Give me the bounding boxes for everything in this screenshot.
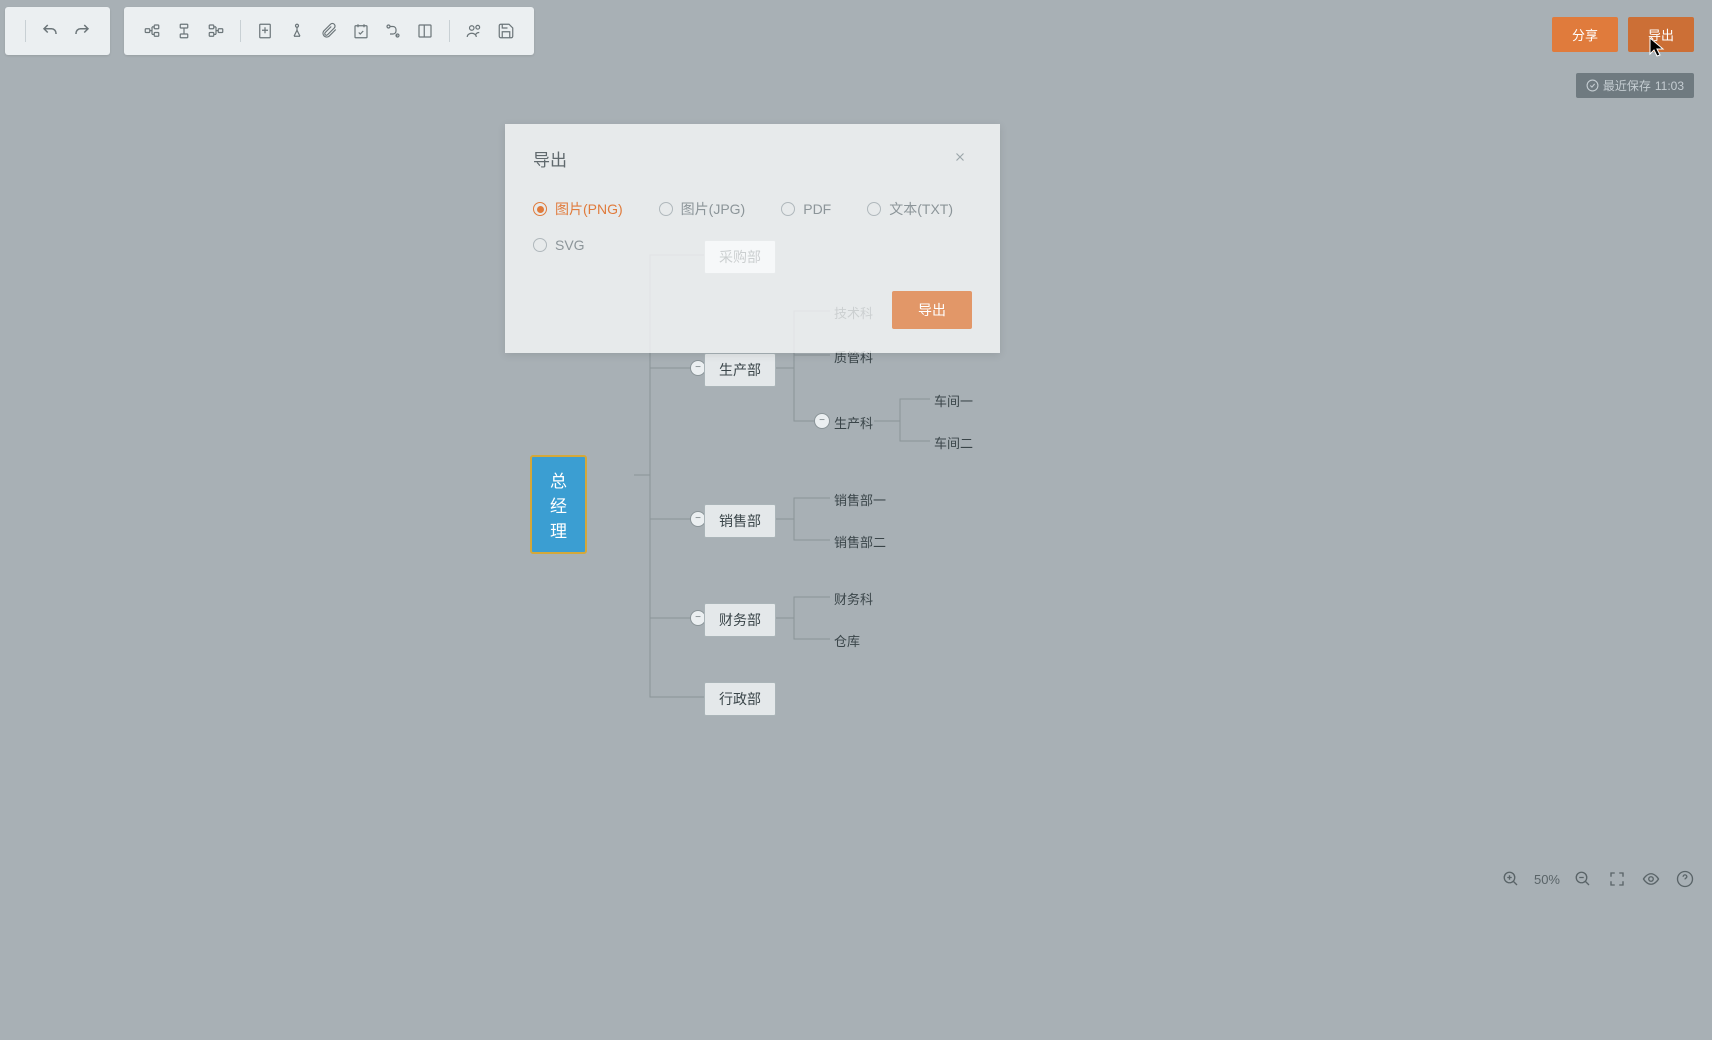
top-right-actions: 分享 导出 bbox=[1552, 17, 1694, 52]
redo-button[interactable] bbox=[66, 15, 98, 47]
radio-icon bbox=[659, 202, 673, 216]
radio-label: 文本(TXT) bbox=[889, 199, 953, 219]
radio-option-png[interactable]: 图片(PNG) bbox=[533, 199, 623, 219]
user-button[interactable] bbox=[458, 15, 490, 47]
mindmap-leaf[interactable]: 车间一 bbox=[934, 391, 973, 410]
bottom-right-controls: 50% bbox=[1500, 868, 1696, 890]
add-sibling-button[interactable] bbox=[168, 15, 200, 47]
mindmap-node[interactable]: 行政部 bbox=[704, 682, 776, 716]
mindmap-leaf[interactable]: 车间二 bbox=[934, 433, 973, 452]
history-group bbox=[5, 7, 110, 55]
check-circle-icon bbox=[1586, 79, 1599, 92]
radio-icon bbox=[781, 202, 795, 216]
modal-export-button[interactable]: 导出 bbox=[892, 291, 972, 329]
share-button[interactable]: 分享 bbox=[1552, 17, 1618, 52]
add-child-button[interactable] bbox=[136, 15, 168, 47]
collapse-button[interactable]: − bbox=[814, 413, 830, 429]
modal-title: 导出 bbox=[533, 146, 567, 171]
radio-option-txt[interactable]: 文本(TXT) bbox=[867, 199, 953, 219]
zoom-out-button[interactable] bbox=[1572, 868, 1594, 890]
radio-icon bbox=[533, 202, 547, 216]
mindmap-leaf[interactable]: 仓库 bbox=[834, 631, 860, 650]
save-button[interactable] bbox=[490, 15, 522, 47]
add-parent-button[interactable] bbox=[200, 15, 232, 47]
export-format-group: 图片(PNG) 图片(JPG) PDF 文本(TXT) SVG bbox=[533, 199, 972, 253]
radio-option-svg[interactable]: SVG bbox=[533, 237, 972, 253]
note-button[interactable] bbox=[249, 15, 281, 47]
zoom-in-button[interactable] bbox=[1500, 868, 1522, 890]
link-button[interactable] bbox=[281, 15, 313, 47]
mindmap-root[interactable]: 总经理 bbox=[530, 455, 587, 554]
radio-option-pdf[interactable]: PDF bbox=[781, 199, 831, 219]
attachment-button[interactable] bbox=[313, 15, 345, 47]
save-status-prefix: 最近保存 bbox=[1603, 77, 1651, 94]
edit-group bbox=[124, 7, 534, 55]
help-button[interactable] bbox=[1674, 868, 1696, 890]
modal-close-button[interactable] bbox=[948, 147, 972, 171]
export-modal: 导出 图片(PNG) 图片(JPG) PDF 文本(TXT) SVG 导出 bbox=[505, 124, 1000, 353]
task-button[interactable] bbox=[345, 15, 377, 47]
radio-option-jpg[interactable]: 图片(JPG) bbox=[659, 199, 746, 219]
modal-footer: 导出 bbox=[533, 291, 972, 329]
save-status-time: 11:03 bbox=[1655, 79, 1684, 93]
radio-label: SVG bbox=[555, 237, 585, 253]
export-button[interactable]: 导出 bbox=[1628, 17, 1694, 52]
mindmap-leaf[interactable]: 销售部一 bbox=[834, 490, 886, 509]
radio-label: 图片(JPG) bbox=[681, 199, 746, 219]
mindmap-leaf[interactable]: 销售部二 bbox=[834, 532, 886, 551]
fullscreen-button[interactable] bbox=[1606, 868, 1628, 890]
mindmap-node[interactable]: 生产部 bbox=[704, 353, 776, 387]
radio-label: PDF bbox=[803, 201, 831, 217]
mindmap-node[interactable]: 财务部 bbox=[704, 603, 776, 637]
zoom-level: 50% bbox=[1534, 872, 1560, 887]
layout-button[interactable] bbox=[409, 15, 441, 47]
mindmap-leaf[interactable]: 生产科 bbox=[834, 413, 873, 432]
radio-icon bbox=[867, 202, 881, 216]
radio-label: 图片(PNG) bbox=[555, 199, 623, 219]
preview-button[interactable] bbox=[1640, 868, 1662, 890]
mindmap-node[interactable]: 销售部 bbox=[704, 504, 776, 538]
undo-button[interactable] bbox=[34, 15, 66, 47]
modal-header: 导出 bbox=[533, 146, 972, 171]
save-status-badge: 最近保存 11:03 bbox=[1576, 73, 1694, 98]
relation-button[interactable] bbox=[377, 15, 409, 47]
radio-icon bbox=[533, 238, 547, 252]
close-icon bbox=[953, 150, 967, 164]
mindmap-leaf[interactable]: 财务科 bbox=[834, 589, 873, 608]
toolbar bbox=[5, 7, 534, 55]
